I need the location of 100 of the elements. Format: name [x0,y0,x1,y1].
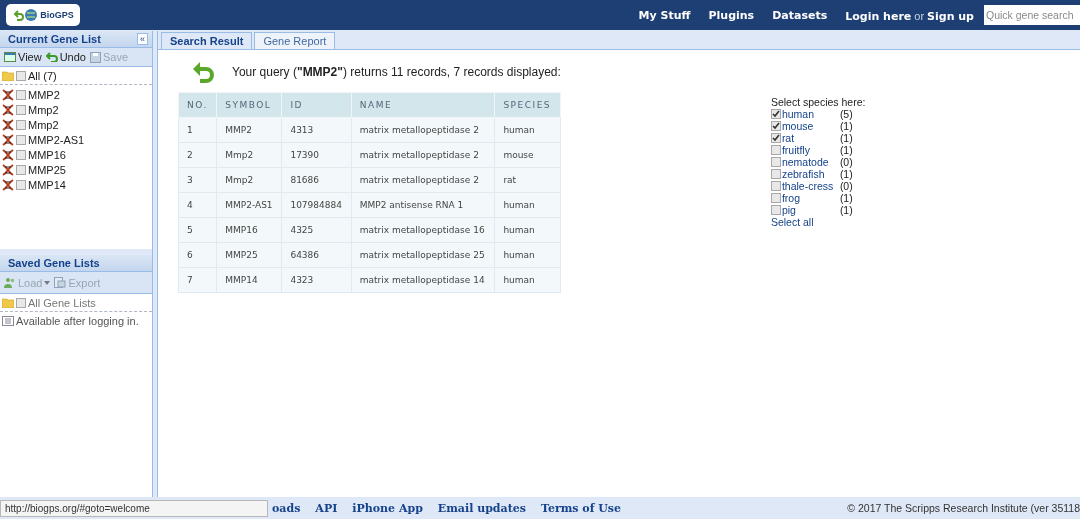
dna-icon [2,133,14,146]
column-header: SPECIES [494,92,561,118]
gene-label[interactable]: MMP2-AS1 [28,133,85,146]
dna-icon [2,163,14,176]
table-cell: 4 [178,192,217,218]
undo-icon [45,52,58,62]
save-icon [89,51,101,63]
gene-label[interactable]: MMP16 [28,148,66,161]
gene-label[interactable]: MMP2 [28,88,60,101]
column-header: NO. [178,92,217,118]
checkbox[interactable] [770,193,781,203]
species-name[interactable]: pig [781,204,796,216]
species-name[interactable]: mouse [781,120,814,132]
column-header: ID [281,92,352,118]
table-cell: matrix metallopeptidase 16 [351,217,495,243]
species-name[interactable]: zebrafish [781,168,825,180]
checkbox[interactable] [770,181,781,191]
nav-link[interactable]: My Stuff [638,8,691,22]
column-header: NAME [351,92,495,118]
tab[interactable]: Search Result [161,32,253,49]
table-cell: matrix metallopeptidase 2 [351,167,495,193]
species-count: (0) [839,156,854,168]
gene-label[interactable]: MMP25 [28,163,66,176]
checkbox[interactable] [770,133,781,143]
nav-link[interactable]: Datasets [772,8,828,22]
species-name[interactable]: human [781,108,814,120]
table-cell: matrix metallopeptidase 25 [351,242,495,268]
panel-header: Saved Gene Lists [0,255,152,272]
table-cell: 6 [178,242,217,268]
table-cell: 3 [178,167,217,193]
or-text: or [914,10,925,22]
checkbox[interactable] [770,121,781,131]
dna-icon [2,103,14,116]
logo[interactable]: BioGPS [6,4,80,26]
gene-label[interactable]: MMP14 [28,178,66,191]
checkbox[interactable] [770,205,781,215]
footer-link[interactable]: Email updates [437,501,526,515]
signup-link[interactable]: Sign up [927,10,974,23]
footer-link[interactable]: API [315,501,338,515]
footer-link[interactable]: Terms of Use [540,501,622,515]
folder-icon [2,70,14,81]
table-cell: matrix metallopeptidase 2 [351,117,495,143]
gene-label[interactable]: Mmp2 [28,103,59,116]
list-label[interactable]: All (7) [28,69,57,82]
species-name[interactable]: frog [781,192,800,204]
list-icon [4,52,16,62]
login-link[interactable]: Login here [845,10,912,23]
species-count: (1) [839,132,854,144]
toolbar-button[interactable]: View [4,51,42,63]
people-icon [4,277,16,288]
species-name[interactable]: thale-cress [781,180,834,192]
species-count: (5) [839,108,854,120]
panel-header: Current Gene List « [0,31,152,48]
table-cell: 7 [178,267,217,293]
species-count: (1) [839,144,854,156]
footer-link[interactable]: oads [272,501,301,515]
checkbox[interactable] [770,157,781,167]
export-icon [54,277,67,288]
list-label[interactable]: All Gene Lists [28,296,96,309]
species-count: (0) [839,180,854,192]
query-summary: Your query ("MMP2") returns 11 records, 7 records displayed: [232,65,561,79]
gene-label[interactable]: Mmp2 [28,118,59,131]
nav-link[interactable]: Plugins [708,8,755,22]
species-name[interactable]: rat [781,132,795,144]
species-name[interactable]: fruitfly [781,144,810,156]
species-count: (1) [839,204,854,216]
checkbox[interactable] [770,109,781,119]
species-count: (1) [839,120,854,132]
toolbar-button[interactable]: Undo [45,51,86,63]
species-count: (1) [839,168,854,180]
dna-icon [2,178,14,191]
table-cell: MMP2 antisense RNA 1 [351,192,495,218]
checkbox[interactable] [16,297,26,308]
checkbox[interactable] [16,149,26,160]
checkbox[interactable] [16,164,26,175]
table-cell: 5 [178,217,217,243]
species-name[interactable]: nematode [781,156,829,168]
footer-link[interactable]: iPhone App [352,501,423,515]
checkbox[interactable] [16,134,26,145]
column-header: SYMBOL [216,92,282,118]
table-cell: 1 [178,117,217,143]
checkbox[interactable] [770,169,781,179]
search-field[interactable]: Quick gene search [984,5,1080,25]
checkbox[interactable] [770,145,781,155]
status-url: http://biogps.org/#goto=welcome [0,500,268,517]
checkbox[interactable] [16,119,26,130]
checkbox[interactable] [16,179,26,190]
tab[interactable]: Gene Report [254,32,336,49]
dna-icon [2,148,14,161]
species-count: (1) [839,192,854,204]
checkbox[interactable] [16,104,26,115]
species-title: Select species here: [770,96,866,108]
caret-icon [44,280,51,285]
select-all-link[interactable]: Select all [770,216,866,228]
note-text: Available after logging in. [16,315,139,327]
checkbox[interactable] [16,70,26,81]
table-cell: 2 [178,142,217,168]
table-cell: matrix metallopeptidase 14 [351,267,495,293]
checkbox[interactable] [16,89,26,100]
collapse-button[interactable]: « [137,33,148,45]
